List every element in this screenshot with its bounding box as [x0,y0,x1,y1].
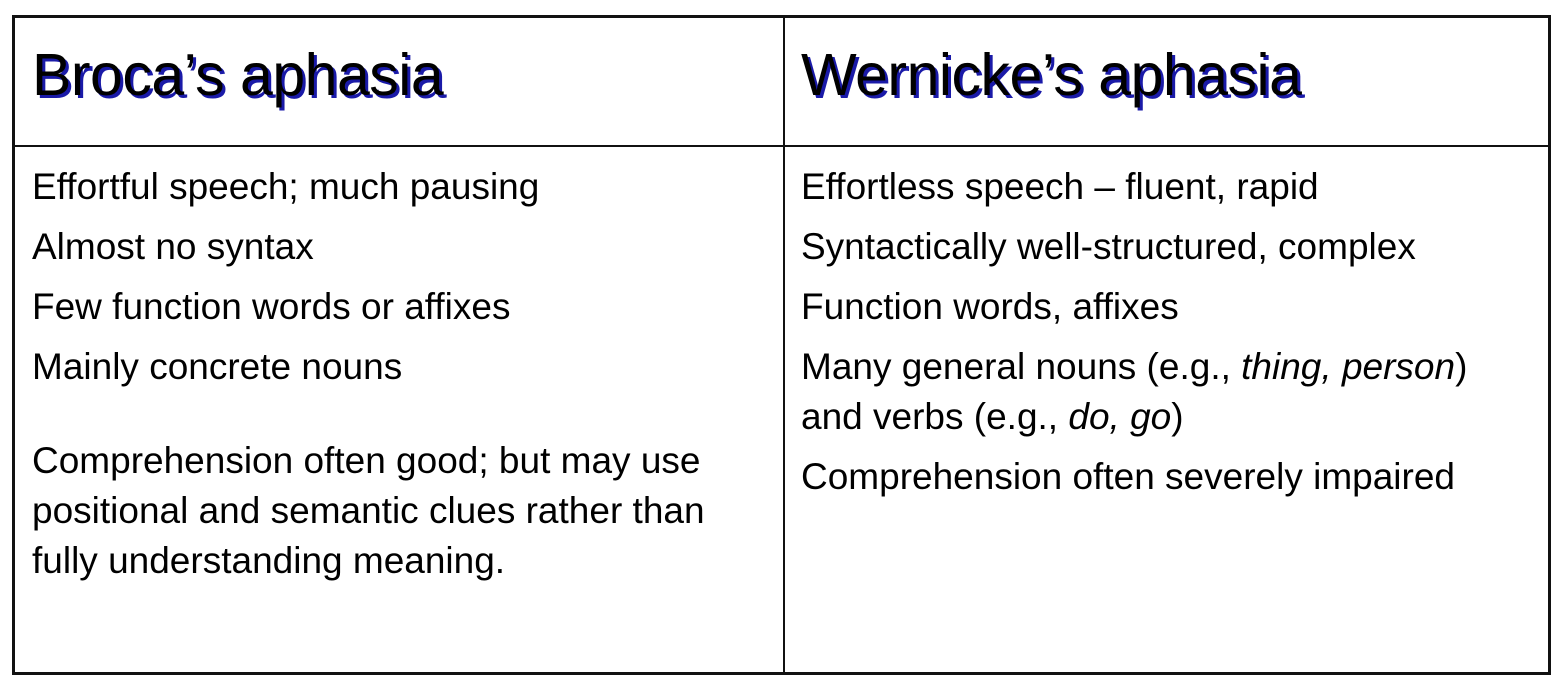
wernickes-row-syntax: Syntactically well-structured, complex [801,226,1416,267]
nouns-examples: thing, person [1241,346,1456,387]
header-wernickes-aphasia: Wernicke’s aphasia [801,42,1302,108]
comparison-table: Broca’s aphasia Wernicke’s aphasia Effor… [12,15,1551,675]
wernickes-row-speech: Effortless speech – fluent, rapid [801,166,1319,207]
wernickes-row-function-words: Function words, affixes [801,286,1179,327]
wernickes-row-nouns-verbs: Many general nouns (e.g., thing, person)… [801,342,1536,442]
wernickes-row-comprehension: Comprehension often severely impaired [801,456,1456,497]
nouns-text-part3: ) [1171,396,1184,437]
header-divider [15,145,1548,147]
wernickes-column: Effortless speech – fluent, rapid Syntac… [801,162,1536,512]
brocas-column: Effortful speech; much pausing Almost no… [32,162,772,596]
brocas-row-function-words: Few function words or affixes [32,286,511,327]
brocas-row-nouns: Mainly concrete nouns [32,346,403,387]
column-divider [783,18,785,672]
header-brocas-aphasia: Broca’s aphasia [32,42,444,108]
brocas-row-comprehension: Comprehension often good; but may use po… [32,440,705,581]
brocas-row-syntax: Almost no syntax [32,226,314,267]
verbs-examples: do, go [1068,396,1172,437]
nouns-text-part1: Many general nouns (e.g., [801,346,1242,387]
brocas-row-speech: Effortful speech; much pausing [32,166,540,207]
